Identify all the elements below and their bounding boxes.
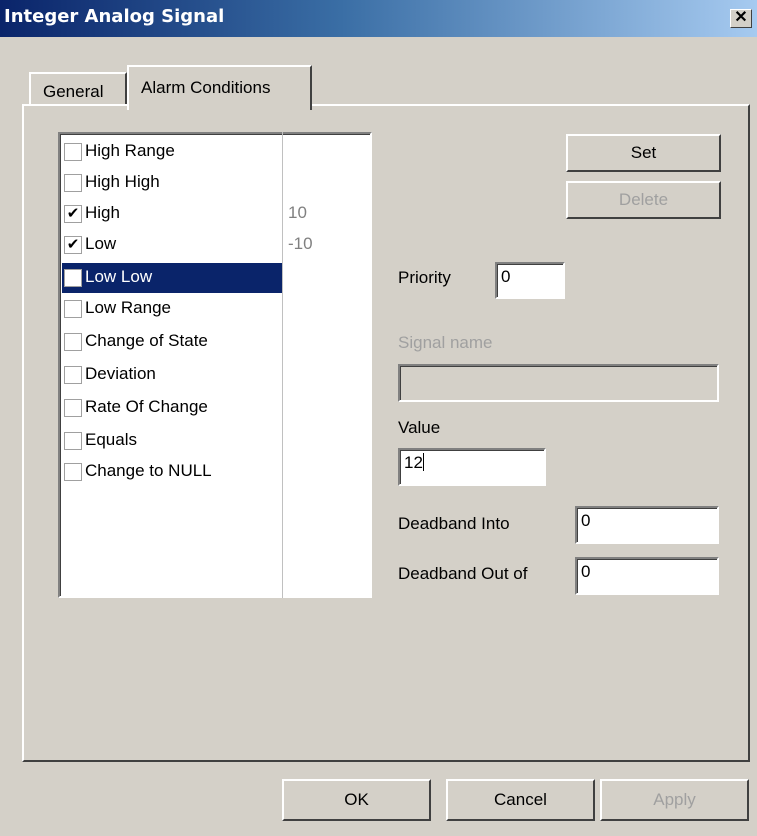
condition-label: Low Low [85,267,153,286]
checkbox-high-range[interactable] [64,143,82,161]
condition-label: High High [85,172,160,191]
apply-button[interactable]: Apply [600,779,749,821]
checkbox-high[interactable]: ✔ [64,205,82,223]
condition-label: Low [85,234,117,253]
condition-label: High Range [85,141,175,160]
checkbox-rate-of-change[interactable] [64,399,82,417]
value-label: Value [398,418,441,437]
ok-button[interactable]: OK [282,779,431,821]
window-title: Integer Analog Signal [4,6,225,27]
checkbox-change-of-state[interactable] [64,333,82,351]
deadband-into-field[interactable]: 0 [575,506,719,544]
signal-name-field[interactable] [398,364,719,402]
condition-label: Equals [85,430,137,449]
set-button[interactable]: Set [566,134,721,172]
condition-row-equals[interactable]: Equals [62,426,282,456]
value-value: 12 [404,453,423,472]
condition-label: Change to NULL [85,461,212,480]
condition-label: Deviation [85,364,156,383]
text-caret [422,453,424,471]
deadband-into-value: 0 [581,511,591,530]
condition-row-change-of-state[interactable]: Change of State [62,327,282,357]
condition-label: Low Range [85,298,172,317]
condition-label: Rate Of Change [85,397,208,416]
condition-row-low-low[interactable]: Low Low [62,263,282,293]
condition-label: Change of State [85,331,208,350]
priority-field[interactable]: 0 [495,262,565,299]
tab-alarm-conditions-label: Alarm Conditions [141,78,271,97]
condition-row-deviation[interactable]: Deviation [62,360,282,390]
deadband-out-field[interactable]: 0 [575,557,719,595]
condition-value-low: -10 [288,234,313,253]
tab-general-label: General [43,82,104,101]
condition-value-high: 10 [288,203,307,222]
list-column-divider [282,132,283,598]
value-field[interactable]: 12 [398,448,546,486]
checkbox-change-to-null[interactable] [64,463,82,481]
tab-general[interactable]: General [29,72,127,106]
checkbox-low[interactable]: ✔ [64,236,82,254]
close-icon: ✕ [734,9,748,26]
dialog-window: Integer Analog Signal ✕ General Alarm Co… [0,0,757,836]
condition-row-change-to-null[interactable]: Change to NULL [62,457,282,487]
cancel-button[interactable]: Cancel [446,779,595,821]
delete-button[interactable]: Delete [566,181,721,219]
checkbox-deviation[interactable] [64,366,82,384]
deadband-out-label: Deadband Out of [398,564,528,583]
condition-row-rate-of-change[interactable]: Rate Of Change [62,393,282,423]
deadband-out-value: 0 [581,562,591,581]
close-button[interactable]: ✕ [730,9,752,28]
check-icon: ✔ [66,205,80,222]
checkbox-low-range[interactable] [64,300,82,318]
condition-row-high-range[interactable]: High Range [62,137,282,167]
checkbox-high-high[interactable] [64,174,82,192]
checkbox-equals[interactable] [64,432,82,450]
condition-row-high-high[interactable]: High High [62,168,282,198]
condition-row-high[interactable]: ✔ High [62,199,282,229]
priority-label: Priority [398,268,451,287]
check-icon: ✔ [66,236,80,253]
title-bar[interactable]: Integer Analog Signal ✕ [0,0,757,37]
priority-value: 0 [501,267,511,286]
checkbox-low-low[interactable] [64,269,82,287]
condition-row-low-range[interactable]: Low Range [62,294,282,324]
tab-alarm-conditions[interactable]: Alarm Conditions [127,65,312,110]
deadband-into-label: Deadband Into [398,514,510,533]
signal-name-label: Signal name [398,333,493,352]
condition-label: High [85,203,120,222]
condition-row-low[interactable]: ✔ Low [62,230,282,260]
